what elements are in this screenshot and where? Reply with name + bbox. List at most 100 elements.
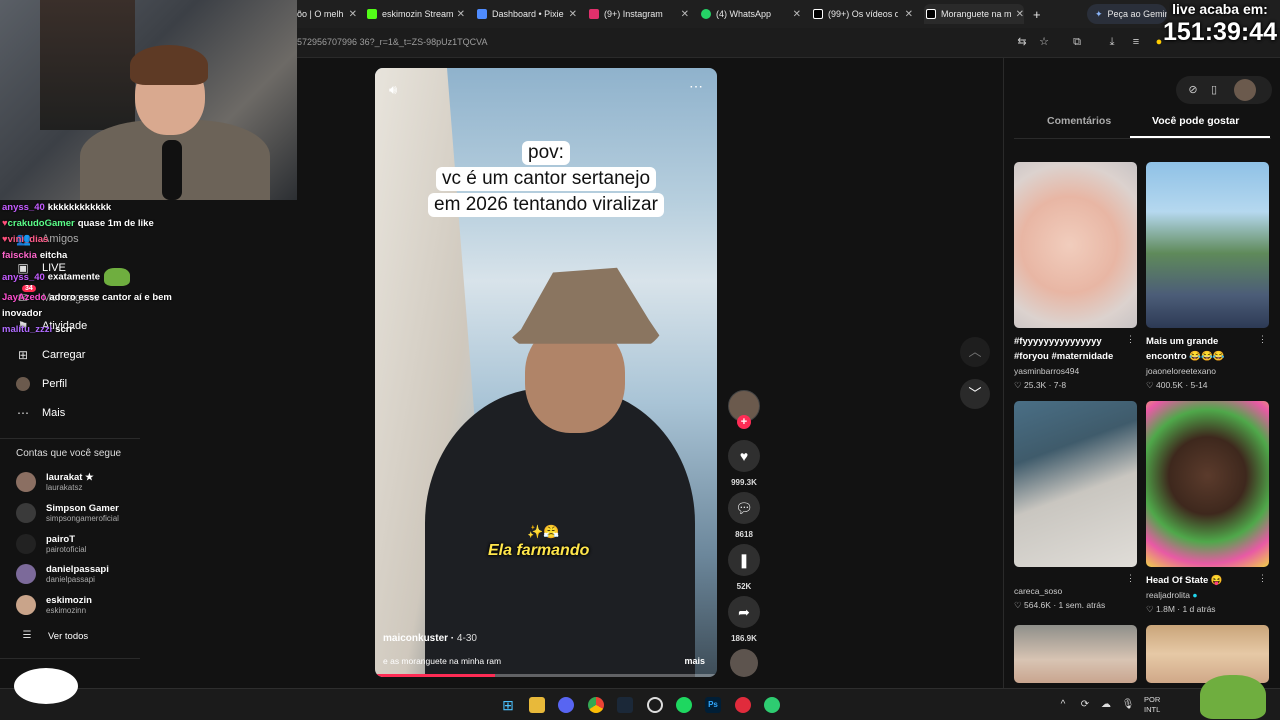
windows-start-icon[interactable]: ⊞: [500, 697, 516, 713]
right-panel: ⊘ ▯ Comentários Você pode gostar #fyyyyy…: [1003, 58, 1280, 688]
divider: [1014, 138, 1271, 139]
chat-text: quase 1m de like: [77, 218, 154, 229]
follow-plus-icon[interactable]: +: [737, 415, 751, 429]
followed-account[interactable]: Simpson Gamer simpsongameroficial: [16, 503, 119, 523]
nav-mais[interactable]: ⋯ Mais: [16, 406, 65, 420]
more-link[interactable]: mais: [684, 656, 705, 666]
opera-icon[interactable]: [735, 697, 751, 713]
close-icon[interactable]: ✕: [905, 9, 913, 20]
chevron-up-icon: ︿: [968, 344, 982, 359]
app-icon[interactable]: [764, 697, 780, 713]
new-tab-button[interactable]: +: [1033, 4, 1047, 24]
more-options-icon[interactable]: ⋮: [1258, 573, 1267, 584]
more-options-icon[interactable]: ⋮: [1258, 334, 1267, 345]
active-tab-indicator: [1130, 136, 1270, 138]
card-author[interactable]: careca_soso: [1014, 584, 1137, 598]
more-options-icon[interactable]: ⋮: [1126, 334, 1135, 345]
browser-tab[interactable]: eskimozin Stream ✕: [367, 4, 465, 24]
close-icon[interactable]: ✕: [793, 9, 801, 20]
music-disc-avatar[interactable]: [730, 649, 758, 677]
browser-tab-active[interactable]: Moranguete na m ✕: [924, 4, 1024, 24]
steam-icon[interactable]: [617, 697, 633, 713]
tab-title: Moranguete na m: [941, 9, 1012, 19]
browser-tab[interactable]: (9+) Instagram ✕: [589, 4, 689, 24]
obs-icon[interactable]: [647, 697, 663, 713]
more-options-icon[interactable]: ⋮: [1126, 573, 1135, 584]
discord-icon[interactable]: [558, 697, 574, 713]
chat-text: scrr: [55, 324, 74, 335]
mobile-icon[interactable]: ▯: [1207, 83, 1221, 97]
nav-carregar[interactable]: ⊞ Carregar: [16, 348, 85, 362]
profile-avatar-icon: [16, 377, 30, 391]
tray-mic-icon[interactable]: 🎙︎: [1120, 697, 1136, 713]
media-control-icon[interactable]: ≡: [1129, 35, 1143, 49]
user-avatar[interactable]: [1234, 79, 1256, 101]
like-button[interactable]: ♥ 999.3K: [728, 440, 760, 487]
recommended-video-card[interactable]: Head Of State 😝 realjadrolita ● ♡ 1.8M ·…: [1146, 401, 1269, 616]
video-thumbnail: [1146, 625, 1269, 683]
download-icon[interactable]: ⤓: [1105, 35, 1119, 49]
recommended-video-card[interactable]: careca_soso ♡ 564.6K · 1 sem. atrás ⋮: [1014, 401, 1137, 612]
translate-icon[interactable]: ⇆: [1015, 35, 1029, 49]
video-overlay-text: Ela farmando: [488, 542, 590, 559]
spotify-icon[interactable]: [676, 697, 692, 713]
language-indicator[interactable]: POR INTL: [1144, 695, 1160, 715]
close-icon[interactable]: ✕: [569, 9, 577, 20]
card-author[interactable]: joaoneloreetexano: [1146, 364, 1269, 378]
gemini-button[interactable]: ✦ Peça ao Gemini: [1087, 4, 1167, 24]
browser-tab[interactable]: Dashboard • Pixie ✕: [477, 4, 577, 24]
recommended-video-card[interactable]: Mais um grande encontro 😂😂😂 joaoneloreete…: [1146, 162, 1269, 392]
bookmark-star-icon[interactable]: ☆: [1037, 35, 1051, 49]
close-icon[interactable]: ✕: [349, 9, 357, 20]
video-author[interactable]: maiconkuster · 4-30: [383, 633, 477, 644]
browser-tab[interactable]: (4) WhatsApp ✕: [701, 4, 801, 24]
kick-icon: [367, 9, 377, 19]
browser-tab[interactable]: (99+) Os vídeos de ✕: [813, 4, 913, 24]
photoshop-icon[interactable]: Ps: [705, 697, 721, 713]
next-video-button[interactable]: ﹀: [960, 379, 990, 409]
tab-voce-pode-gostar[interactable]: Você pode gostar: [1152, 115, 1239, 127]
tab-comentarios[interactable]: Comentários: [1047, 115, 1111, 127]
recommended-video-card[interactable]: [1146, 625, 1269, 683]
save-button[interactable]: ❚ 52K: [728, 544, 760, 591]
nav-perfil[interactable]: Perfil: [16, 377, 67, 391]
share-button[interactable]: ➦ 186.9K: [728, 596, 760, 643]
nav-label: Perfil: [42, 378, 68, 390]
more-options-icon[interactable]: ⋯: [689, 78, 703, 95]
see-all-following[interactable]: ☰ Ver todos: [20, 629, 89, 643]
video-player[interactable]: 🔊︎ ⋯ pov: vc é um cantor sertanejo em 20…: [375, 68, 717, 677]
comment-button[interactable]: 💬︎ 8618: [728, 492, 760, 539]
browser-tab-bar: õo | O melh ✕ eskimozin Stream ✕ Dashboa…: [297, 0, 1280, 28]
bookmark-icon: ❚: [728, 544, 760, 576]
streamer-hair: [130, 45, 208, 85]
followed-account[interactable]: laurakat ★ laurakatsz: [16, 472, 94, 492]
file-explorer-icon[interactable]: [529, 697, 545, 713]
volume-icon[interactable]: 🔊︎: [389, 82, 397, 98]
tiktok-sidebar: 👥 Amigos ▣ LIVE ✉ Mensagens 34 ⚑ Ativida…: [0, 200, 297, 688]
heart-outline-icon: ♡: [1014, 380, 1022, 390]
followed-account[interactable]: pairoT pairotoficial: [16, 534, 86, 554]
video-progress-bar[interactable]: [375, 674, 717, 677]
chat-message: anyss_40 exatamente: [2, 268, 131, 286]
extensions-icon[interactable]: ⧉: [1070, 35, 1084, 49]
card-author[interactable]: realjadrolita: [1146, 590, 1190, 600]
close-icon[interactable]: ✕: [457, 9, 465, 20]
recommended-video-card[interactable]: [1014, 625, 1137, 683]
chrome-icon[interactable]: [588, 697, 604, 713]
compass-icon[interactable]: ⊘: [1186, 83, 1200, 97]
followed-account[interactable]: eskimozin eskimozinn: [16, 595, 92, 615]
followed-account[interactable]: danielpassapi danielpassapi: [16, 564, 109, 584]
live-timer-value: 151:39:44: [1163, 18, 1277, 46]
tray-cloud-icon[interactable]: ☁: [1098, 697, 1114, 713]
browser-tab[interactable]: õo | O melh ✕: [297, 4, 357, 24]
tray-sync-icon[interactable]: ⟳: [1077, 697, 1093, 713]
author-name[interactable]: maiconkuster: [383, 633, 448, 644]
recommended-video-card[interactable]: #fyyyyyyyyyyyyyyy #foryou #maternidade ya…: [1014, 162, 1137, 392]
previous-video-button[interactable]: ︿: [960, 337, 990, 367]
chat-user: anyss_40: [2, 271, 45, 283]
url-field[interactable]: 572956707996 36?_r=1&_t=ZS-98pUz1TQCVA: [297, 37, 487, 47]
tray-chevron-up-icon[interactable]: ^: [1055, 697, 1071, 713]
close-icon[interactable]: ✕: [681, 9, 689, 20]
card-author[interactable]: yasminbarros494: [1014, 364, 1137, 378]
close-icon[interactable]: ✕: [1016, 9, 1024, 20]
